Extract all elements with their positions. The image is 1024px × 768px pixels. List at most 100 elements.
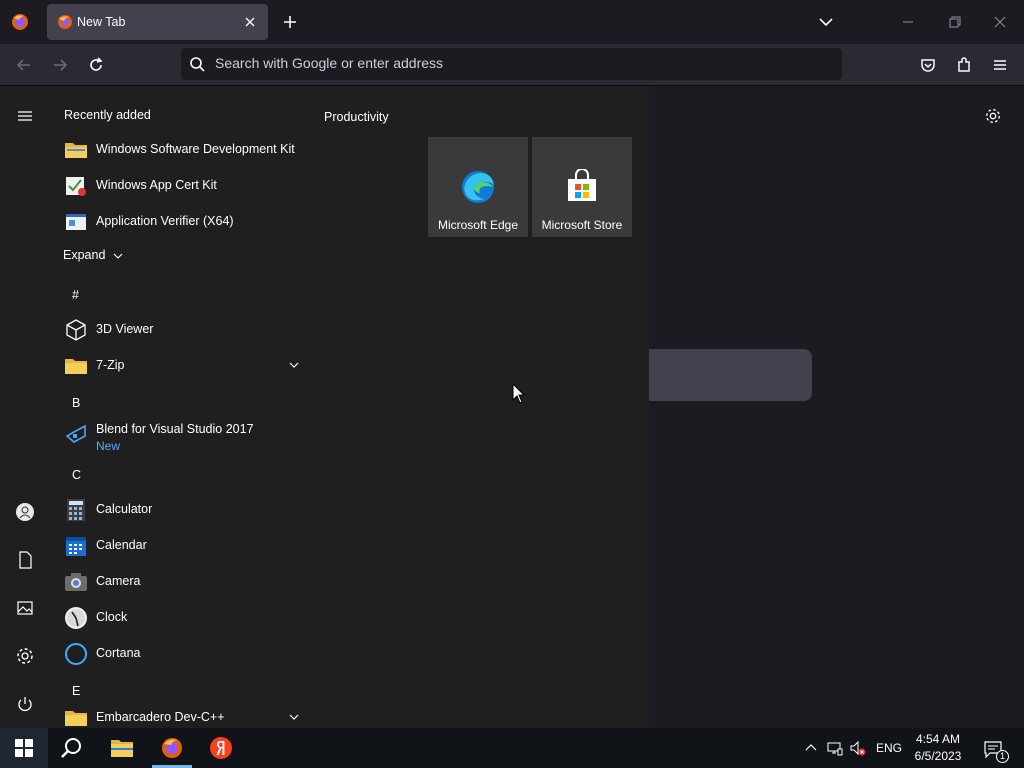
- hamburger-menu-icon[interactable]: [990, 55, 1010, 75]
- tab-title: New Tab: [77, 15, 126, 29]
- firefox-icon: [162, 738, 182, 758]
- tab-bar: New Tab: [0, 0, 1024, 44]
- hamburger-icon[interactable]: [15, 106, 35, 126]
- start-menu: Recently added Windows Software Developm…: [0, 86, 649, 728]
- folder-icon: [64, 138, 88, 162]
- list-all-tabs-chevron-icon[interactable]: [816, 12, 836, 32]
- url-bar[interactable]: [181, 48, 842, 80]
- list-item[interactable]: Embarcadero Dev-C++: [50, 700, 308, 728]
- pictures-icon[interactable]: [15, 598, 35, 618]
- clock-date[interactable]: 6/5/2023: [900, 749, 976, 763]
- list-item[interactable]: Application Verifier (X64): [50, 204, 308, 238]
- firefox-view-icon[interactable]: [10, 12, 30, 32]
- taskbar-file-explorer[interactable]: [98, 728, 146, 768]
- extensions-puzzle-icon[interactable]: [954, 55, 974, 75]
- cortana-icon: [64, 642, 88, 666]
- newtab-search-box[interactable]: [648, 349, 812, 401]
- documents-icon[interactable]: [15, 550, 35, 570]
- network-icon[interactable]: [827, 740, 843, 756]
- section-letter[interactable]: #: [72, 288, 79, 302]
- file-explorer-icon: [111, 740, 133, 757]
- new-badge: New: [96, 439, 121, 453]
- chevron-down-icon[interactable]: [288, 359, 300, 371]
- folder-icon: [64, 706, 88, 728]
- list-item[interactable]: Blend for Visual Studio 2017 New: [50, 414, 308, 454]
- store-icon: [564, 169, 600, 205]
- camera-icon: [64, 570, 88, 594]
- productivity-group-header[interactable]: Productivity: [324, 110, 389, 124]
- chevron-down-icon[interactable]: [288, 711, 300, 723]
- new-tab-page: [649, 86, 1024, 728]
- close-tab-icon[interactable]: [242, 14, 258, 30]
- input-language[interactable]: ENG: [876, 741, 902, 755]
- list-item[interactable]: Windows Software Development Kit: [50, 132, 308, 166]
- app-label: Calendar: [96, 538, 147, 552]
- tile-microsoft-edge[interactable]: Microsoft Edge: [428, 137, 528, 237]
- section-letter[interactable]: C: [72, 468, 81, 482]
- tile-microsoft-store[interactable]: Microsoft Store: [532, 137, 632, 237]
- list-item[interactable]: Clock: [50, 600, 308, 634]
- clock-icon: [64, 606, 88, 630]
- chevron-down-icon: [113, 253, 123, 259]
- list-item[interactable]: Windows App Cert Kit: [50, 168, 308, 202]
- mouse-pointer-icon: [512, 383, 526, 405]
- tile-label: Microsoft Store: [541, 218, 623, 232]
- back-arrow-icon[interactable]: [14, 55, 34, 75]
- list-item[interactable]: Cortana: [50, 636, 308, 670]
- app-verifier-icon: [64, 210, 88, 234]
- firefox-favicon-icon: [57, 14, 73, 30]
- list-item[interactable]: Calculator: [50, 492, 308, 526]
- minimize-icon[interactable]: [898, 12, 918, 32]
- app-label: Calculator: [96, 502, 153, 516]
- start-button[interactable]: [0, 728, 48, 768]
- clock-time[interactable]: 4:54 AM: [900, 732, 976, 746]
- list-item[interactable]: Camera: [50, 564, 308, 598]
- list-item[interactable]: 3D Viewer: [50, 312, 308, 346]
- taskbar-yandex-browser[interactable]: [197, 728, 245, 768]
- app-label: Blend for Visual Studio 2017: [96, 422, 254, 436]
- pocket-icon[interactable]: [918, 55, 938, 75]
- forward-arrow-icon[interactable]: [50, 55, 70, 75]
- volume-muted-icon[interactable]: [850, 740, 866, 756]
- app-label: 3D Viewer: [96, 322, 154, 336]
- power-icon[interactable]: [15, 694, 35, 714]
- app-label: Windows App Cert Kit: [96, 178, 217, 192]
- navigation-toolbar: [0, 44, 1024, 86]
- taskbar-firefox[interactable]: [148, 728, 196, 768]
- yandex-icon: [210, 737, 232, 759]
- chevron-up-icon[interactable]: [803, 740, 819, 756]
- close-window-icon[interactable]: [990, 12, 1010, 32]
- app-label: Cortana: [96, 646, 141, 660]
- search-icon: [189, 56, 205, 72]
- folder-icon: [64, 354, 88, 378]
- expand-button[interactable]: Expand: [63, 248, 123, 262]
- taskbar-search-button[interactable]: [48, 728, 96, 768]
- app-label: 7-Zip: [96, 358, 125, 372]
- calculator-icon: [64, 498, 88, 522]
- cube-icon: [64, 318, 88, 342]
- app-label: Application Verifier (X64): [96, 214, 234, 228]
- address-input[interactable]: [215, 55, 815, 71]
- app-label: Camera: [96, 574, 141, 588]
- list-item[interactable]: 7-Zip: [50, 348, 308, 382]
- start-left-strip: [0, 86, 50, 728]
- reload-icon[interactable]: [86, 55, 106, 75]
- windows-logo-icon: [15, 739, 33, 757]
- expand-label: Expand: [63, 248, 106, 262]
- calendar-icon: [64, 534, 88, 558]
- user-account-icon[interactable]: [15, 502, 35, 522]
- recently-added-header: Recently added: [64, 108, 151, 122]
- new-tab-button[interactable]: [280, 12, 300, 32]
- settings-gear-icon[interactable]: [15, 646, 35, 666]
- list-item[interactable]: Calendar: [50, 528, 308, 562]
- search-icon: [61, 738, 81, 758]
- section-letter[interactable]: E: [72, 684, 80, 698]
- tiles-area: Productivity Microsoft Edge Microsoft St…: [310, 86, 649, 728]
- gear-icon[interactable]: [984, 107, 1002, 125]
- tab-new-tab[interactable]: New Tab: [47, 4, 268, 40]
- taskbar: ENG 4:54 AM 6/5/2023 1: [0, 728, 1024, 768]
- restore-icon[interactable]: [944, 12, 964, 32]
- section-letter[interactable]: B: [72, 396, 80, 410]
- app-label: Windows Software Development Kit: [96, 142, 295, 156]
- tile-label: Microsoft Edge: [437, 218, 519, 232]
